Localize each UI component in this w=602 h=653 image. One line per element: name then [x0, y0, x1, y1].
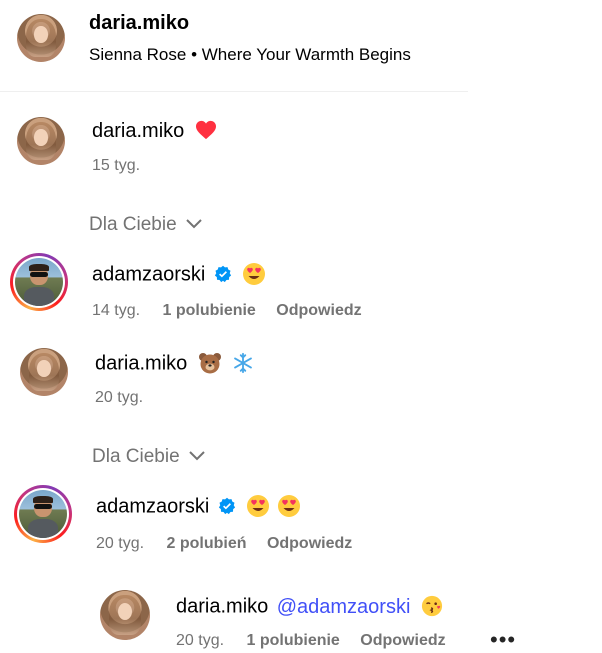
comment-body: adamzaorski — [92, 262, 266, 291]
heart-eyes-emoji-icon — [246, 494, 270, 523]
heart-eyes-emoji-icon — [242, 262, 266, 291]
comment-username[interactable]: daria.miko — [92, 120, 184, 142]
comment-time: 14 tyg. — [92, 302, 141, 319]
post-author-avatar[interactable] — [17, 14, 65, 62]
reply-button[interactable]: Odpowiedz — [276, 302, 361, 319]
comment-username[interactable]: daria.miko — [176, 596, 268, 618]
comment-body: daria.miko — [95, 352, 254, 379]
verified-badge-icon — [214, 265, 232, 288]
comment-body: daria.miko @adamzaorski — [176, 595, 443, 622]
comment-avatar[interactable] — [17, 117, 65, 165]
comment-username[interactable]: adamzaorski — [92, 264, 205, 286]
heart-eyes-emoji-icon — [277, 494, 301, 523]
bear-emoji-icon — [198, 352, 222, 379]
header-divider — [0, 91, 468, 92]
snowflake-emoji-icon — [232, 352, 254, 379]
chevron-down-icon — [185, 217, 203, 235]
comment-avatar — [15, 258, 63, 306]
for-you-label: Dla Ciebie — [89, 214, 177, 235]
likes-count[interactable]: 1 polubienie — [162, 302, 255, 319]
likes-count[interactable]: 1 polubienie — [246, 632, 339, 649]
story-ring[interactable] — [14, 485, 72, 543]
comment-actions: 14 tyg. 1 polubienie Odpowiedz — [92, 302, 362, 320]
post-subtitle: Sienna Rose • Where Your Warmth Begins — [89, 45, 411, 64]
post-author-username[interactable]: daria.miko — [89, 12, 189, 35]
comment-time: 15 tyg. — [92, 157, 141, 174]
reply-button[interactable]: Odpowiedz — [360, 632, 445, 649]
for-you-filter[interactable]: Dla Ciebie — [89, 214, 203, 236]
kissing-emoji-icon — [421, 595, 443, 622]
comment-username[interactable]: daria.miko — [95, 353, 187, 375]
comment-body: adamzaorski — [96, 494, 301, 523]
comment-time: 20 tyg. — [176, 632, 225, 649]
chevron-down-icon — [188, 449, 206, 467]
comment-username[interactable]: adamzaorski — [96, 496, 209, 518]
verified-badge-icon — [218, 497, 236, 520]
story-ring[interactable] — [10, 253, 68, 311]
comment-body: daria.miko — [92, 120, 217, 145]
red-heart-icon — [195, 120, 217, 145]
comment-actions: 20 tyg. 2 polubień Odpowiedz — [96, 535, 352, 553]
reply-button[interactable]: Odpowiedz — [267, 535, 352, 552]
comment-time: 20 tyg. — [96, 535, 145, 552]
mention-link[interactable]: @adamzaorski — [277, 596, 411, 618]
comment-avatar[interactable] — [20, 348, 68, 396]
for-you-label: Dla Ciebie — [92, 446, 180, 467]
more-options-icon[interactable]: ••• — [490, 627, 516, 653]
comment-time: 20 tyg. — [95, 389, 144, 406]
comment-avatar — [19, 490, 67, 538]
comment-avatar[interactable] — [100, 590, 150, 640]
likes-count[interactable]: 2 polubień — [166, 535, 246, 552]
for-you-filter[interactable]: Dla Ciebie — [92, 446, 206, 468]
comment-actions: 20 tyg. 1 polubienie Odpowiedz — [176, 632, 446, 650]
